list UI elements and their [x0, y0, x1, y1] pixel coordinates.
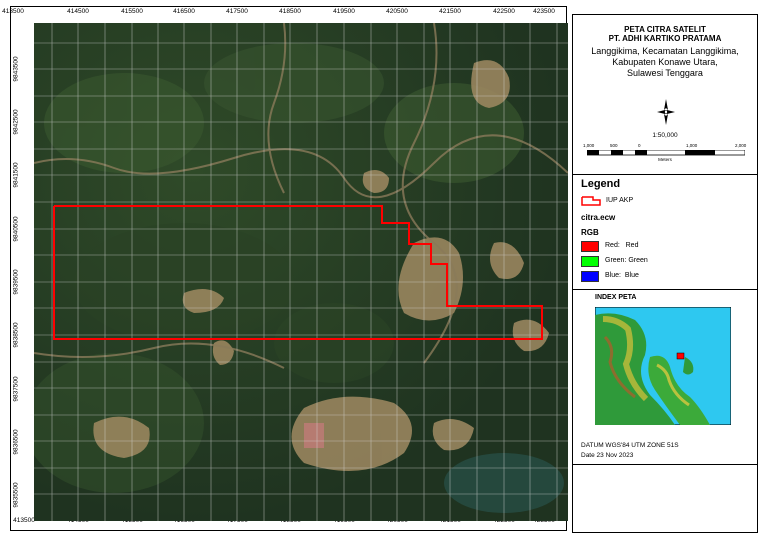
map-title: PETA CITRA SATELIT — [624, 25, 706, 34]
blue-band-swatch — [581, 271, 599, 282]
satellite-imagery[interactable] — [34, 23, 568, 521]
scale-tick-label: 1,000 — [583, 143, 595, 148]
x-tick-label: 416500 — [173, 8, 195, 15]
datum-text: DATUM WGS'84 UTM ZONE 51S — [581, 442, 679, 449]
x-tick-label: 419500 — [333, 8, 355, 15]
scale-unit: Meters — [658, 157, 672, 162]
x-tick-label: 420500 — [386, 8, 408, 15]
index-map[interactable] — [595, 307, 731, 425]
scale-tick-label: 500 — [610, 143, 618, 148]
scale-ratio: 1:50,000 — [652, 132, 678, 139]
location-line-1: Langgikima, Kecamatan Langgikima, — [591, 46, 739, 56]
x-tick-label: 418500 — [279, 8, 301, 15]
index-location-marker — [676, 352, 685, 360]
north-arrow-icon — [657, 99, 675, 125]
map-frame: 413500 414500 415500 416500 417500 41850… — [2, 6, 568, 531]
location-line-3: Sulawesi Tenggara — [627, 68, 703, 78]
legend-heading: Legend — [581, 178, 621, 190]
x-tick-label: 413500 — [13, 517, 35, 524]
scale-tick-label: 2,000 — [735, 143, 747, 148]
date-text: Date 23 Nov 2023 — [581, 452, 634, 459]
index-map-section: INDEX PETA DATUM WGS'84 UTM ZONE 51S Dat… — [573, 289, 757, 465]
x-tick-label: 422500 — [493, 8, 515, 15]
legend-raster-name: citra.ecw — [581, 213, 616, 222]
scale-tick-label: 1,000 — [686, 143, 698, 148]
y-tick-label: 9840500 — [12, 216, 20, 242]
y-tick-label: 9837500 — [12, 376, 20, 402]
iup-symbol-icon — [581, 196, 601, 206]
x-tick-label: 415500 — [121, 8, 143, 15]
title-section: PETA CITRA SATELIT PT. ADHI KARTIKO PRAT… — [573, 15, 757, 175]
legend-iup-label: IUP AKP — [606, 197, 634, 204]
y-tick-label: 9841500 — [12, 162, 20, 188]
y-tick-label: 9842500 — [12, 109, 20, 135]
x-tick-label: 423500 — [533, 8, 555, 15]
legend-rgb-label: RGB — [581, 228, 599, 237]
index-heading: INDEX PETA — [595, 294, 637, 301]
company-name: PT. ADHI KARTIKO PRATAMA — [608, 34, 722, 43]
legend-band-red: Red: Red — [605, 242, 639, 249]
legend-band-blue: Blue: Blue — [605, 272, 639, 279]
y-tick-label: 9839500 — [12, 269, 20, 295]
x-tick-label: 414500 — [67, 8, 89, 15]
x-tick-label: 421500 — [439, 8, 461, 15]
y-tick-label: 9836500 — [12, 429, 20, 455]
scale-bar — [587, 150, 745, 156]
legend-section: Legend IUP AKP citra.ecw RGB Red: Red Gr… — [573, 174, 757, 290]
y-tick-label: 9843500 — [12, 56, 20, 82]
red-band-swatch — [581, 241, 599, 252]
scale-tick-label: 0 — [638, 143, 641, 148]
y-tick-label: 9835500 — [12, 482, 20, 508]
map-layout-panel: PETA CITRA SATELIT PT. ADHI KARTIKO PRAT… — [572, 14, 758, 533]
green-band-swatch — [581, 256, 599, 267]
y-tick-label: 9838500 — [12, 322, 20, 348]
legend-band-green: Green: Green — [605, 257, 648, 264]
x-tick-label: 417500 — [226, 8, 248, 15]
x-tick-label: 413500 — [2, 8, 24, 15]
location-line-2: Kabupaten Konawe Utara, — [612, 57, 718, 67]
